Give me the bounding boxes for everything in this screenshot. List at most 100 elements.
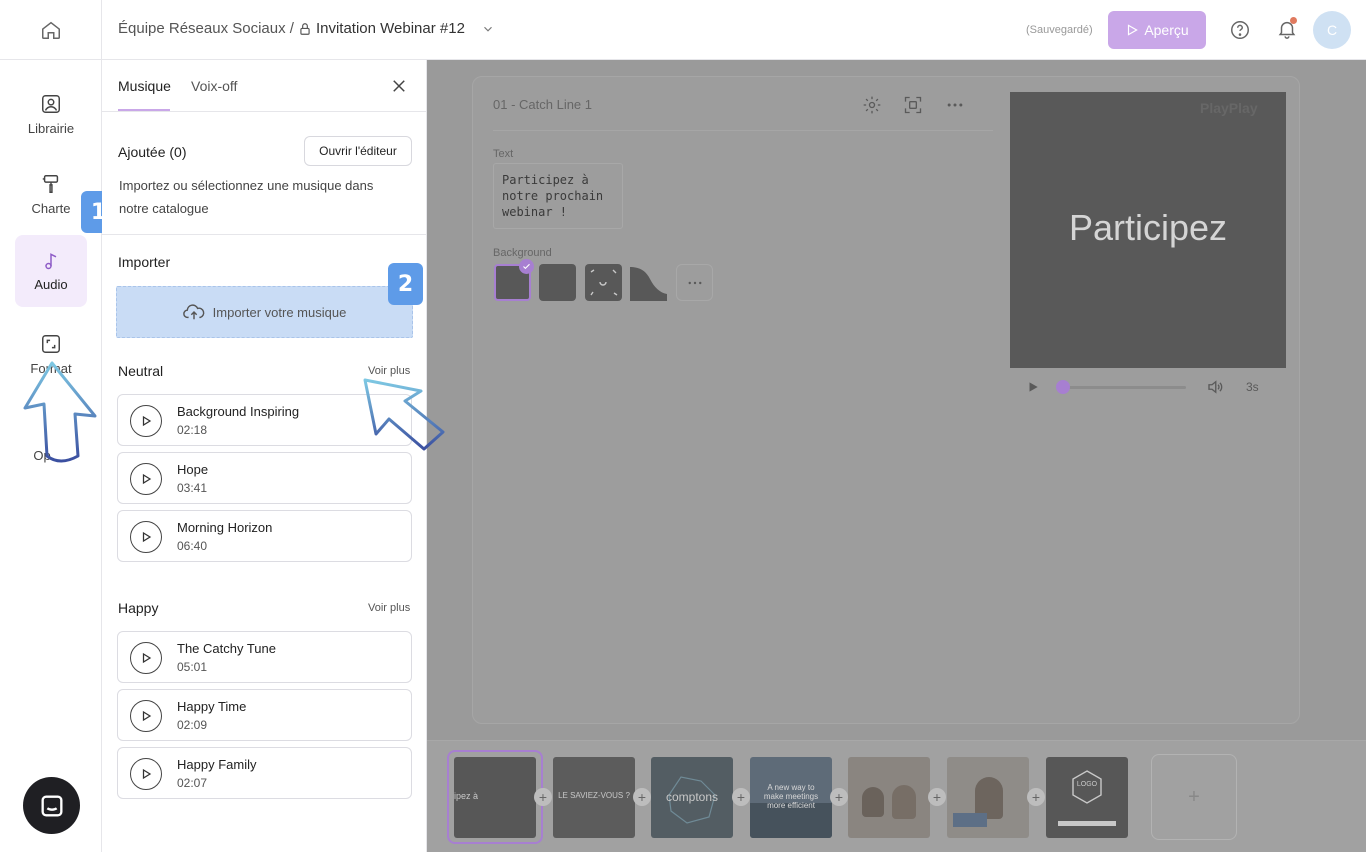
track-item[interactable]: The Catchy Tune 05:01	[117, 631, 412, 683]
chat-button[interactable]	[23, 777, 80, 834]
breadcrumb: Équipe Réseaux Sociaux / Invitation Webi…	[118, 20, 495, 37]
play-button[interactable]	[130, 405, 162, 437]
track-item[interactable]: Hope 03:41	[117, 452, 412, 504]
more-horizontal-icon	[947, 103, 963, 107]
footer-bar-graphic	[1058, 821, 1116, 826]
preview-label: Aperçu	[1144, 22, 1189, 38]
player-play-button[interactable]	[1026, 380, 1040, 394]
rail-item-options[interactable]: Op	[15, 406, 87, 478]
rail-item-label: Librairie	[27, 120, 75, 136]
close-panel-button[interactable]	[390, 77, 408, 95]
scene-thumbnail[interactable]	[947, 757, 1029, 838]
play-button[interactable]	[130, 758, 162, 790]
scene-settings-button[interactable]	[862, 95, 882, 115]
divider	[102, 234, 427, 235]
music-note-icon	[45, 252, 57, 269]
volume-button[interactable]	[1206, 378, 1224, 396]
avatar[interactable]: C	[1313, 11, 1351, 49]
background-swatch-shape[interactable]	[630, 264, 667, 301]
breadcrumb-project[interactable]: Invitation Webinar #12	[316, 20, 465, 37]
open-editor-button[interactable]: Ouvrir l'éditeur	[304, 136, 412, 166]
see-more-neutral[interactable]: Voir plus	[368, 365, 410, 377]
play-icon	[142, 415, 152, 427]
preview-player: 3s	[1010, 369, 1286, 405]
rail-item-librairie[interactable]: Librairie	[15, 78, 87, 150]
player-progress-track[interactable]	[1058, 386, 1186, 389]
preview-text: Participez	[1068, 207, 1228, 248]
check-icon	[519, 259, 534, 274]
play-icon	[1029, 382, 1038, 392]
background-swatch-dark[interactable]	[539, 264, 576, 301]
focus-frame-icon	[904, 96, 922, 114]
scene-thumbnail[interactable]: comptons	[651, 757, 733, 838]
play-button[interactable]	[130, 463, 162, 495]
track-item[interactable]: Morning Horizon 06:40	[117, 510, 412, 562]
pattern-icon	[590, 269, 618, 296]
track-item[interactable]: Background Inspiring 02:18	[117, 394, 412, 446]
track-item[interactable]: Happy Time 02:09	[117, 689, 412, 741]
close-icon	[393, 80, 405, 92]
add-scene-between-button[interactable]: +	[633, 788, 651, 806]
add-scene-button[interactable]: +	[1151, 754, 1237, 840]
breadcrumb-team[interactable]: Équipe Réseaux Sociaux /	[118, 20, 294, 37]
track-duration: 02:18	[177, 423, 208, 437]
import-music-button[interactable]: Importer votre musique	[116, 286, 413, 338]
import-music-label: Importer votre musique	[212, 304, 347, 320]
scene-thumbnail[interactable]: ipez à	[454, 757, 536, 838]
track-duration: 06:40	[177, 539, 208, 553]
track-name: Morning Horizon	[177, 520, 273, 535]
tab-voix-off[interactable]: Voix-off	[191, 78, 237, 94]
rail-item-label: Format	[30, 360, 72, 376]
group-title-happy: Happy	[118, 600, 159, 616]
rail-item-label: Audio	[34, 276, 68, 292]
preview-brand-logo: PlayPlay	[1200, 100, 1258, 116]
play-icon	[142, 473, 152, 485]
scene-thumbnail[interactable]: LE SAVIEZ-VOUS ?	[553, 757, 635, 838]
play-button[interactable]	[130, 700, 162, 732]
scene-text-field[interactable]: Participez à notre prochain webinar !	[493, 163, 623, 229]
preview-button[interactable]: Aperçu	[1108, 11, 1206, 49]
top-bar: Équipe Réseaux Sociaux / Invitation Webi…	[0, 0, 1366, 60]
video-preview: PlayPlay Participez	[1010, 92, 1286, 368]
track-duration: 02:09	[177, 718, 208, 732]
track-item[interactable]: Happy Family 02:07	[117, 747, 412, 799]
image-icon	[42, 94, 60, 113]
background-swatch-pattern[interactable]	[585, 264, 622, 301]
caption-graphic	[953, 813, 987, 827]
add-scene-between-button[interactable]: +	[830, 788, 848, 806]
notification-dot	[1290, 17, 1297, 24]
rail-item-format[interactable]: Format	[15, 318, 87, 390]
help-button[interactable]	[1229, 19, 1251, 41]
home-icon	[41, 21, 60, 39]
tab-musique[interactable]: Musique	[118, 78, 171, 94]
icon-rail: Librairie Charte Audio Format Op	[0, 60, 102, 852]
play-button[interactable]	[130, 642, 162, 674]
player-progress-knob[interactable]	[1056, 380, 1070, 394]
play-icon	[142, 768, 152, 780]
scene-thumbnail-text: A new way to make meetings more efficien…	[763, 783, 819, 810]
rail-item-audio[interactable]: Audio	[15, 235, 87, 307]
panel-tabs: Musique Voix-off	[102, 60, 427, 112]
home-button[interactable]	[0, 0, 102, 60]
add-scene-between-button[interactable]: +	[732, 788, 750, 806]
add-scene-between-button[interactable]: +	[1027, 788, 1045, 806]
scene-more-button[interactable]	[945, 95, 965, 115]
play-button[interactable]	[130, 521, 162, 553]
gear-icon	[863, 96, 881, 114]
person-graphic	[892, 785, 916, 819]
add-scene-between-button[interactable]: +	[534, 788, 552, 806]
step-badge-2: 2	[388, 263, 423, 305]
scene-frame-button[interactable]	[903, 95, 923, 115]
rail-item-label: Op	[33, 447, 51, 463]
scene-thumbnail[interactable]: A new way to make meetings more efficien…	[750, 757, 832, 838]
more-backgrounds-button[interactable]	[676, 264, 713, 301]
add-scene-between-button[interactable]: +	[928, 788, 946, 806]
rail-item-charte[interactable]: Charte	[15, 158, 87, 230]
more-horizontal-icon	[688, 281, 701, 284]
scene-timeline: ipez à + LE SAVIEZ-VOUS ? + comptons + A…	[427, 740, 1366, 852]
chevron-down-icon[interactable]	[481, 22, 495, 36]
see-more-happy[interactable]: Voir plus	[368, 602, 410, 614]
scene-thumbnail-text: LOGO	[1076, 781, 1098, 788]
scene-thumbnail[interactable]	[848, 757, 930, 838]
scene-thumbnail[interactable]: LOGO	[1046, 757, 1128, 838]
